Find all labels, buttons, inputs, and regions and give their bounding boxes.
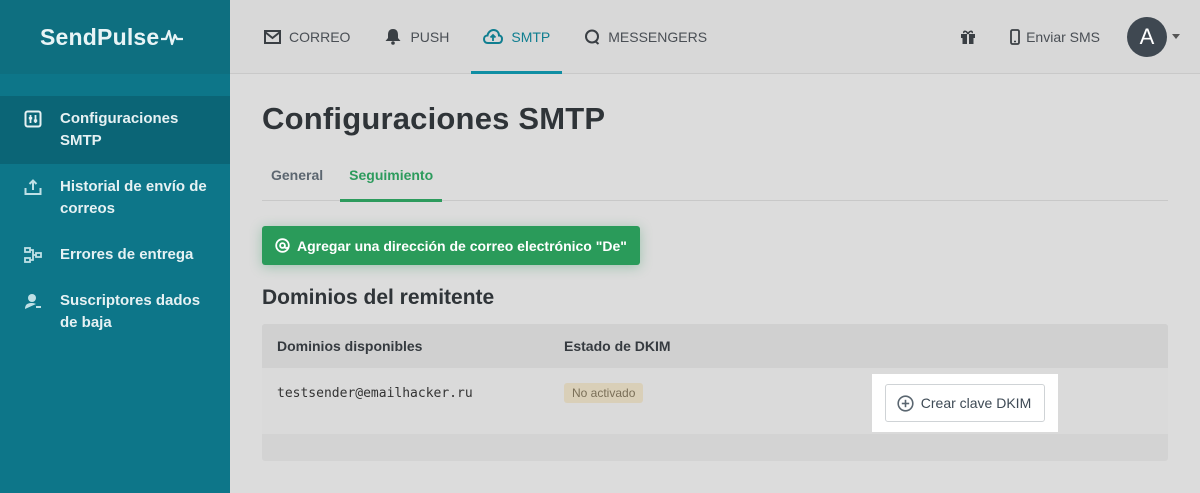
sidebar-item-unsubscribed[interactable]: Suscriptores dados de baja — [0, 278, 230, 346]
user-remove-icon — [24, 290, 44, 312]
sidebar-item-label: Configuraciones SMTP — [60, 110, 179, 149]
section-title: Dominios del remitente — [262, 286, 495, 309]
table-header: Dominios disponibles Estado de DKIM — [262, 324, 1168, 368]
at-sign-icon — [275, 238, 290, 253]
plus-circle-icon — [897, 394, 914, 412]
send-sms-label: Enviar SMS — [1026, 28, 1100, 45]
create-dkim-key-label: Crear clave DKIM — [920, 395, 1032, 411]
avatar[interactable]: A — [1127, 16, 1167, 57]
settings-tabs: General Seguimiento — [262, 164, 1168, 202]
logo[interactable]: SendPulse — [0, 0, 230, 74]
main-content: Configuraciones SMTP General Seguimiento… — [262, 74, 1168, 461]
tab-general[interactable]: General — [262, 164, 332, 201]
add-sender-email-label: Agregar una dirección de correo electrón… — [297, 237, 627, 254]
send-sms-link[interactable]: Enviar SMS — [1010, 29, 1100, 45]
phone-icon — [1010, 28, 1020, 45]
tab-tracking[interactable]: Seguimiento — [340, 164, 443, 202]
settings-sliders-icon — [24, 108, 44, 130]
page-title: Configuraciones SMTP — [262, 101, 606, 136]
create-dkim-key-button[interactable]: Crear clave DKIM — [884, 384, 1046, 422]
bell-icon — [384, 28, 402, 45]
sidebar-item-delivery-errors[interactable]: Errores de entrega — [0, 232, 230, 278]
nav-tab-label: CORREO — [289, 28, 351, 45]
outbox-icon — [24, 176, 44, 198]
sidebar-item-label: Historial de envío de correos — [60, 178, 207, 217]
top-navigation-bar: CORREO PUSH SMTP MESSENGERS Enviar SMS A — [230, 0, 1200, 74]
nav-tab-push[interactable]: PUSH — [372, 0, 461, 74]
sidebar-item-label: Errores de entrega — [60, 246, 194, 263]
avatar-letter: A — [1139, 23, 1155, 49]
nav-tab-messengers[interactable]: MESSENGERS — [572, 0, 719, 74]
nav-tab-label: PUSH — [410, 28, 450, 45]
column-header-dkim-status: Estado de DKIM — [564, 338, 671, 354]
domains-table: Dominios disponibles Estado de DKIM test… — [262, 324, 1168, 461]
chevron-down-icon[interactable] — [1172, 34, 1180, 39]
brand-name: SendPulse — [40, 23, 160, 50]
status-badge: No activado — [564, 383, 644, 403]
chat-bubble-icon — [584, 29, 600, 45]
column-header-domains: Dominios disponibles — [277, 338, 423, 354]
create-dkim-highlight: Crear clave DKIM — [872, 374, 1058, 432]
sidebar-item-smtp-settings[interactable]: Configuraciones SMTP — [0, 96, 230, 164]
pulse-logo-icon — [161, 29, 184, 46]
add-sender-email-button[interactable]: Agregar una dirección de correo electrón… — [262, 226, 640, 265]
dkim-status-cell: No activado — [564, 383, 864, 403]
domain-cell: testsender@emailhacker.ru — [277, 385, 473, 401]
envelope-icon — [264, 29, 281, 44]
nav-tab-smtp[interactable]: SMTP — [471, 0, 563, 74]
nav-tab-email[interactable]: CORREO — [252, 0, 362, 74]
cloud-upload-icon — [483, 29, 504, 44]
sidebar: SendPulse Configuraciones SMTP Historial… — [0, 0, 230, 493]
error-flow-icon — [24, 244, 44, 266]
gift-icon[interactable] — [960, 29, 976, 45]
sidebar-item-send-history[interactable]: Historial de envío de correos — [0, 164, 230, 232]
nav-tab-label: SMTP — [511, 28, 551, 45]
sidebar-item-label: Suscriptores dados de baja — [60, 292, 201, 331]
nav-tab-label: MESSENGERS — [608, 28, 708, 45]
